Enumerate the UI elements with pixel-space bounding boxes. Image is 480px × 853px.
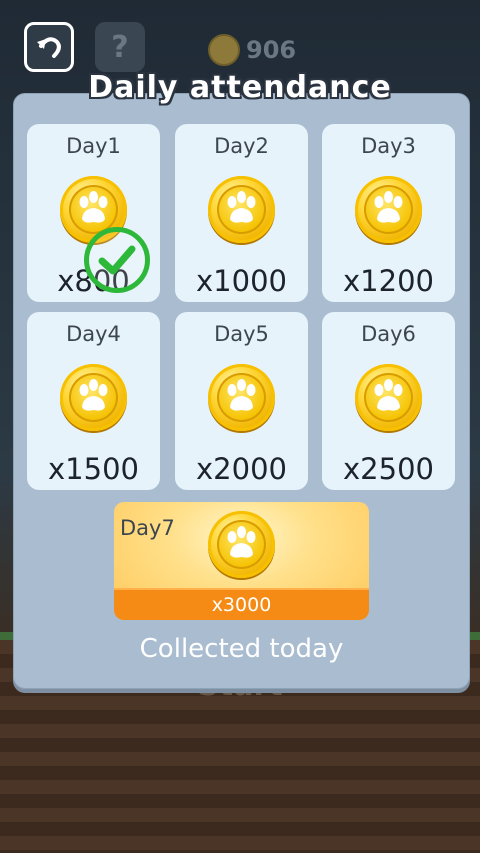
day-label: Day5	[214, 322, 269, 346]
reward-amount: x1000	[196, 264, 287, 298]
paw-coin-icon	[208, 176, 275, 243]
reward-amount: x3000	[211, 594, 272, 616]
daily-attendance-dialog: Day1 x800 Day2 x1000 Day3 x1200 Day4 x1500 Day5 x…	[13, 93, 470, 689]
paw-coin-icon	[355, 364, 422, 431]
reward-amount: x2500	[343, 452, 434, 486]
collected-status: Collected today	[139, 634, 344, 664]
checkmark-icon	[84, 227, 150, 293]
day-card[interactable]: Day4 x1500	[27, 312, 160, 490]
day-label: Day2	[214, 134, 269, 158]
paw-coin-icon	[208, 511, 275, 578]
paw-coin-icon	[60, 364, 127, 431]
day-label: Day6	[361, 322, 416, 346]
back-arrow-icon	[37, 37, 61, 58]
day-card[interactable]: Day5 x2000	[175, 312, 308, 490]
question-mark-icon: ?	[111, 29, 129, 65]
paw-coin-icon	[355, 176, 422, 243]
day7-reward-bar: x3000	[114, 588, 369, 620]
reward-amount: x1200	[343, 264, 434, 298]
paw-coin-icon	[208, 364, 275, 431]
day-card[interactable]: Day3 x1200	[322, 124, 455, 302]
day-label: Day4	[66, 322, 121, 346]
reward-amount: x2000	[196, 452, 287, 486]
back-button[interactable]	[24, 22, 74, 72]
dialog-title: Daily attendance	[88, 70, 392, 105]
day-card[interactable]: Day2 x1000	[175, 124, 308, 302]
day-label: Day1	[66, 134, 121, 158]
help-button[interactable]: ?	[95, 22, 145, 72]
reward-amount: x1500	[48, 452, 139, 486]
day-label: Day3	[361, 134, 416, 158]
day7-card[interactable]: Day7 x3000	[114, 502, 369, 620]
day-card[interactable]: Day1 x800	[27, 124, 160, 302]
coin-counter: 906	[208, 34, 296, 66]
day-card[interactable]: Day6 x2500	[322, 312, 455, 490]
coin-count: 906	[246, 36, 297, 64]
day-label: Day7	[120, 516, 175, 540]
coin-icon	[208, 34, 240, 66]
